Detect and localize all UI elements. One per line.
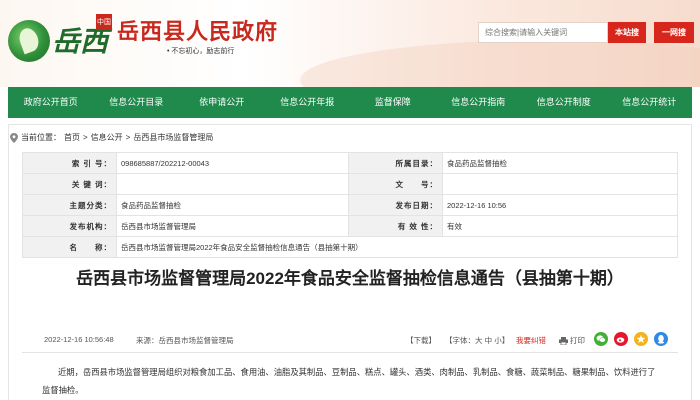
docno-label: 文 号： xyxy=(348,173,443,195)
site-title[interactable]: 岳西县人民政府 xyxy=(117,14,278,46)
breadcrumb-bureau[interactable]: 岳西县市场监督管理局 xyxy=(133,132,213,143)
document-meta-table: 索 引 号： 098685887/202212-00043 所属目录： 食品药品… xyxy=(22,152,678,258)
header-decoration xyxy=(300,40,700,87)
qq-icon[interactable] xyxy=(654,332,668,346)
index-label: 索 引 号： xyxy=(22,152,117,174)
table-row: 名 称： 岳西县市场监督管理局2022年食品安全监督抽检信息通告（县抽第十期） xyxy=(22,236,678,258)
site-header: 岳西 中国 岳西县人民政府 • 不忘初心，励志前行 本站搜 一网搜 xyxy=(0,0,700,87)
nav-item-home[interactable]: 政府公开首页 xyxy=(8,87,94,118)
site-search-button[interactable]: 本站搜 xyxy=(608,22,646,43)
nav-item-statistics[interactable]: 信息公开统计 xyxy=(607,87,693,118)
nav-item-rules[interactable]: 信息公开制度 xyxy=(521,87,607,118)
breadcrumb-prefix: 当前位置： xyxy=(21,133,61,142)
qzone-icon[interactable] xyxy=(634,332,648,346)
search-box xyxy=(478,22,608,43)
breadcrumb-info-public[interactable]: 信息公开 xyxy=(91,132,123,143)
font-size-control: 【字体：大 中 小】 xyxy=(445,335,509,346)
printer-icon xyxy=(559,336,568,345)
breadcrumb: 当前位置： 首页 > 信息公开 > 岳西县市场监督管理局 xyxy=(10,132,216,143)
download-link[interactable]: 【下载】 xyxy=(406,335,436,346)
article-info-bar: 2022-12-16 10:56:48 来源：岳西县市场监督管理局 【下载】 【… xyxy=(22,331,678,353)
article-date: 2022-12-16 10:56:48 xyxy=(44,335,114,344)
search-input[interactable] xyxy=(479,23,607,42)
article-title: 岳西县市场监督管理局2022年食品安全监督抽检信息通告（县抽第十期） xyxy=(76,269,624,288)
font-size-suffix: 】 xyxy=(501,336,510,345)
name-label: 名 称： xyxy=(22,236,117,258)
index-value: 098685887/202212-00043 xyxy=(116,152,349,174)
table-row: 发布机构： 岳西县市场监督管理局 有 效 性： 有效 xyxy=(22,215,678,237)
nav-item-guide[interactable]: 信息公开指南 xyxy=(436,87,522,118)
category-value: 食品药品监督抽检 xyxy=(116,194,349,216)
nav-item-annual-report[interactable]: 信息公开年报 xyxy=(265,87,351,118)
breadcrumb-home[interactable]: 首页 xyxy=(64,132,80,143)
org-label: 发布机构： xyxy=(22,215,117,237)
keyword-value xyxy=(116,173,349,195)
location-pin-icon xyxy=(10,132,18,143)
catalog-value: 食品药品监督抽检 xyxy=(442,152,678,174)
main-nav: 政府公开首页 信息公开目录 依申请公开 信息公开年报 监督保障 信息公开指南 信… xyxy=(8,87,692,118)
logo-emblem-icon[interactable] xyxy=(8,20,50,62)
table-row: 关 键 词： 文 号： xyxy=(22,173,678,195)
category-label: 主题分类： xyxy=(22,194,117,216)
nav-item-supervision[interactable]: 监督保障 xyxy=(350,87,436,118)
nav-item-application[interactable]: 依申请公开 xyxy=(179,87,265,118)
print-button[interactable]: 打印 xyxy=(559,335,585,346)
breadcrumb-separator: > xyxy=(125,133,131,142)
report-error-link[interactable]: 我要纠错 xyxy=(516,335,546,346)
font-size-small-button[interactable]: 小 xyxy=(494,336,502,345)
site-slogan: • 不忘初心，励志前行 xyxy=(167,48,235,55)
catalog-label: 所属目录： xyxy=(348,152,443,174)
name-value: 岳西县市场监督管理局2022年食品安全监督抽检信息通告（县抽第十期） xyxy=(116,236,678,258)
article-source: 来源：岳西县市场监督管理局 xyxy=(136,336,234,345)
font-size-prefix: 【字体： xyxy=(445,336,475,345)
table-row: 主题分类： 食品药品监督抽检 发布日期： 2022-12-16 10:56 xyxy=(22,194,678,216)
docno-value xyxy=(442,173,678,195)
font-size-large-button[interactable]: 大 xyxy=(475,336,483,345)
pubdate-label: 发布日期： xyxy=(348,194,443,216)
print-label: 打印 xyxy=(570,336,585,345)
wechat-icon[interactable] xyxy=(594,332,608,346)
logo-seal: 中国 xyxy=(96,14,112,30)
org-value: 岳西县市场监督管理局 xyxy=(116,215,349,237)
nav-item-catalog[interactable]: 信息公开目录 xyxy=(94,87,180,118)
pubdate-value: 2022-12-16 10:56 xyxy=(442,194,678,216)
validity-label: 有 效 性： xyxy=(348,215,443,237)
keyword-label: 关 键 词： xyxy=(22,173,117,195)
global-search-button[interactable]: 一网搜 xyxy=(654,22,694,43)
weibo-icon[interactable] xyxy=(614,332,628,346)
validity-value: 有效 xyxy=(442,215,678,237)
article-body: 近期，岳西县市场监督管理局组织对粮食加工品、食用油、油脂及其制品、豆制品、糕点、… xyxy=(42,367,656,395)
breadcrumb-separator: > xyxy=(83,133,88,142)
table-row: 索 引 号： 098685887/202212-00043 所属目录： 食品药品… xyxy=(22,152,678,174)
font-size-medium-button[interactable]: 中 xyxy=(485,336,493,345)
